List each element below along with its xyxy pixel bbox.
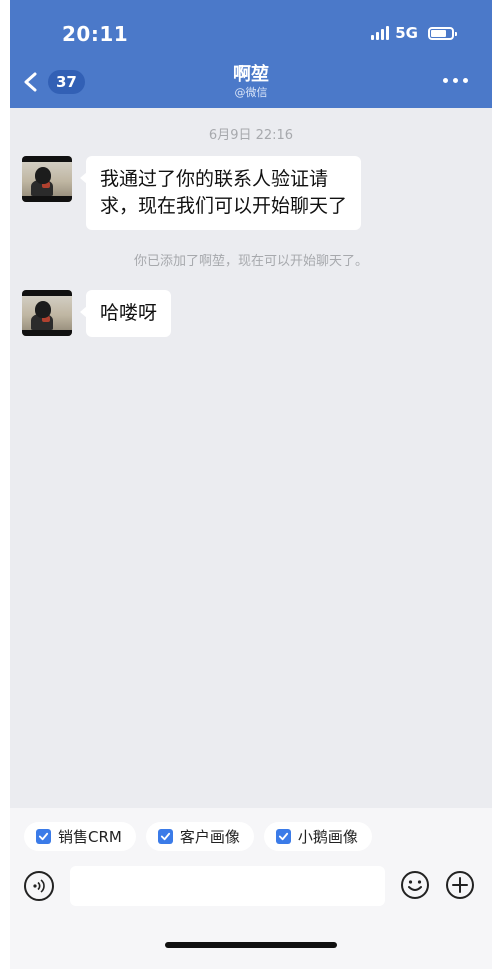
quick-action-label: 客户画像	[179, 828, 240, 846]
message-input[interactable]	[70, 866, 385, 906]
quick-action-label: 小鹅画像	[297, 828, 358, 846]
chat-screen: 20:11 5G 37 啊堃 @微信 6月9日 22:16 我通过了你的联系人验	[10, 0, 492, 969]
chat-subtitle: @微信	[234, 86, 268, 99]
signal-icon	[371, 26, 390, 40]
chat-check-icon	[275, 829, 291, 844]
network-label: 5G	[395, 24, 418, 42]
emoji-icon[interactable]	[399, 869, 431, 901]
bottom-panel: 销售CRM 客户画像 小鹅画像	[10, 808, 492, 969]
plus-icon[interactable]	[444, 869, 476, 901]
message-text-line: 求，现在我们可以开始聊天了	[100, 195, 348, 217]
quick-action-sales-crm[interactable]: 销售CRM	[24, 822, 136, 851]
message-bubble[interactable]: 哈喽呀	[79, 290, 172, 337]
message-bubble[interactable]: 我通过了你的联系人验证请 求，现在我们可以开始聊天了	[79, 156, 362, 230]
battery-icon	[428, 26, 457, 40]
chat-title: 啊堃	[233, 64, 269, 85]
message-row: 哈喽呀	[22, 290, 172, 337]
message-timestamp: 6月9日 22:16	[208, 128, 294, 143]
status-time: 20:11	[62, 22, 129, 46]
header-bar: 20:11 5G 37 啊堃 @微信	[10, 0, 492, 108]
quick-action-label: 销售CRM	[58, 828, 122, 846]
quick-action-customer-profile[interactable]: 客户画像	[145, 822, 254, 851]
avatar[interactable]	[22, 290, 72, 336]
input-row	[10, 866, 492, 906]
quick-actions: 销售CRM 客户画像 小鹅画像	[24, 822, 372, 851]
home-indicator	[165, 942, 337, 948]
chat-check-icon	[157, 829, 173, 844]
quick-action-goose-profile[interactable]: 小鹅画像	[263, 822, 372, 851]
chat-title-block: 啊堃 @微信	[10, 64, 492, 100]
system-notice: 你已添加了啊堃，现在可以开始聊天了。	[133, 254, 368, 269]
avatar[interactable]	[22, 156, 72, 202]
more-dots-icon[interactable]	[443, 78, 468, 83]
message-text-line: 我通过了你的联系人验证请	[100, 168, 329, 190]
voice-icon[interactable]	[24, 871, 54, 901]
chat-check-icon	[36, 829, 51, 844]
message-row: 我通过了你的联系人验证请 求，现在我们可以开始聊天了	[22, 156, 362, 230]
message-text: 哈喽呀	[100, 302, 158, 324]
status-indicators: 5G	[371, 24, 457, 42]
